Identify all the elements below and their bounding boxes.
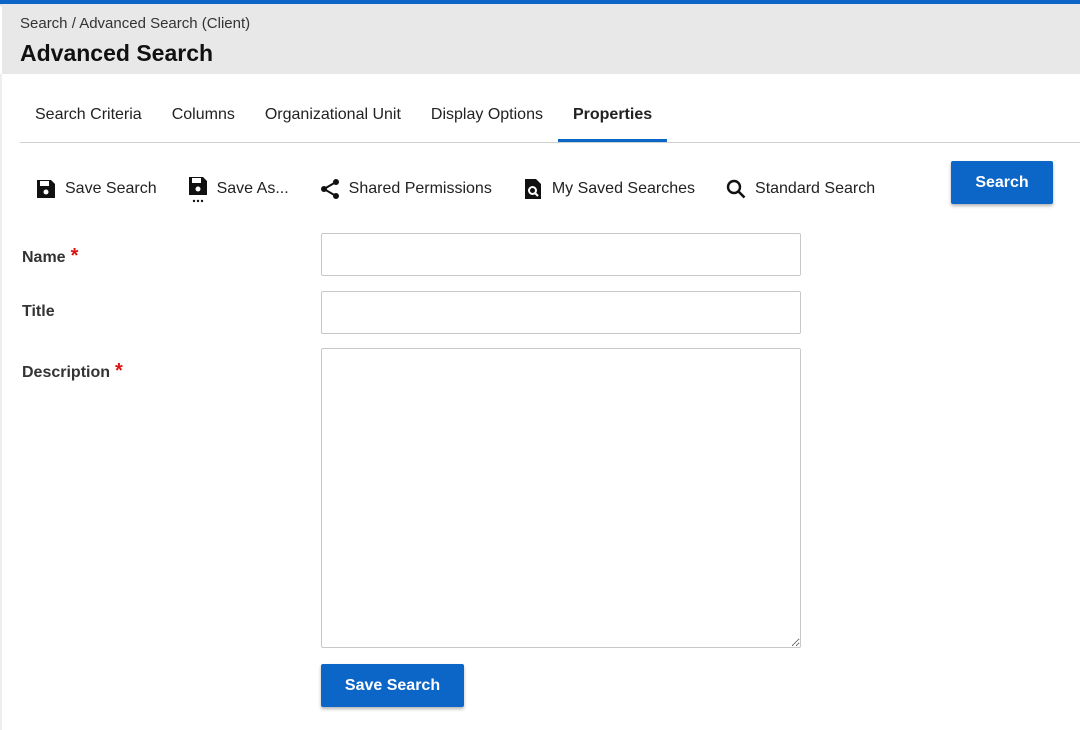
required-mark: * xyxy=(70,245,79,267)
tab-properties[interactable]: Properties xyxy=(557,98,668,142)
search-button[interactable]: Search xyxy=(951,161,1053,204)
title-label: Title xyxy=(22,303,55,320)
save-as-tool[interactable]: Save As... xyxy=(186,174,289,204)
tab-search-criteria[interactable]: Search Criteria xyxy=(20,98,157,142)
save-search-button[interactable]: Save Search xyxy=(321,664,464,707)
save-search-label: Save Search xyxy=(65,180,157,197)
tab-bar: Search Criteria Columns Organizational U… xyxy=(20,98,1080,143)
standard-search-tool[interactable]: Standard Search xyxy=(724,177,875,201)
magnifier-icon xyxy=(726,179,746,199)
description-label: Description * xyxy=(22,360,123,383)
breadcrumb: Search / Advanced Search (Client) xyxy=(20,15,251,32)
floppy-disk-icon xyxy=(37,180,55,198)
standard-search-label: Standard Search xyxy=(755,180,876,197)
left-border xyxy=(0,74,2,730)
tab-display-options[interactable]: Display Options xyxy=(416,98,558,142)
title-input[interactable] xyxy=(321,291,801,334)
tab-organizational-unit[interactable]: Organizational Unit xyxy=(250,98,416,142)
file-search-icon xyxy=(524,179,541,199)
save-as-label: Save As... xyxy=(216,180,289,197)
page-header: Search / Advanced Search (Client) Advanc… xyxy=(2,4,1080,74)
description-label-text: Description xyxy=(22,364,111,381)
name-label-text: Name xyxy=(22,249,66,266)
save-search-tool[interactable]: Save Search xyxy=(34,177,157,201)
toolbar: Save Search Save As... Shared Permission… xyxy=(34,174,904,204)
shared-permissions-tool[interactable]: Shared Permissions xyxy=(318,177,492,201)
my-saved-searches-tool[interactable]: My Saved Searches xyxy=(521,177,695,201)
name-label: Name * xyxy=(22,245,78,268)
page-title: Advanced Search xyxy=(20,40,214,66)
share-icon xyxy=(320,179,339,199)
my-saved-searches-label: My Saved Searches xyxy=(551,180,696,197)
shared-permissions-label: Shared Permissions xyxy=(348,180,492,197)
tab-columns[interactable]: Columns xyxy=(157,98,250,142)
floppy-disk-more-icon xyxy=(188,177,207,203)
required-mark: * xyxy=(115,360,123,382)
description-textarea[interactable] xyxy=(321,348,801,648)
name-input[interactable] xyxy=(321,233,801,276)
